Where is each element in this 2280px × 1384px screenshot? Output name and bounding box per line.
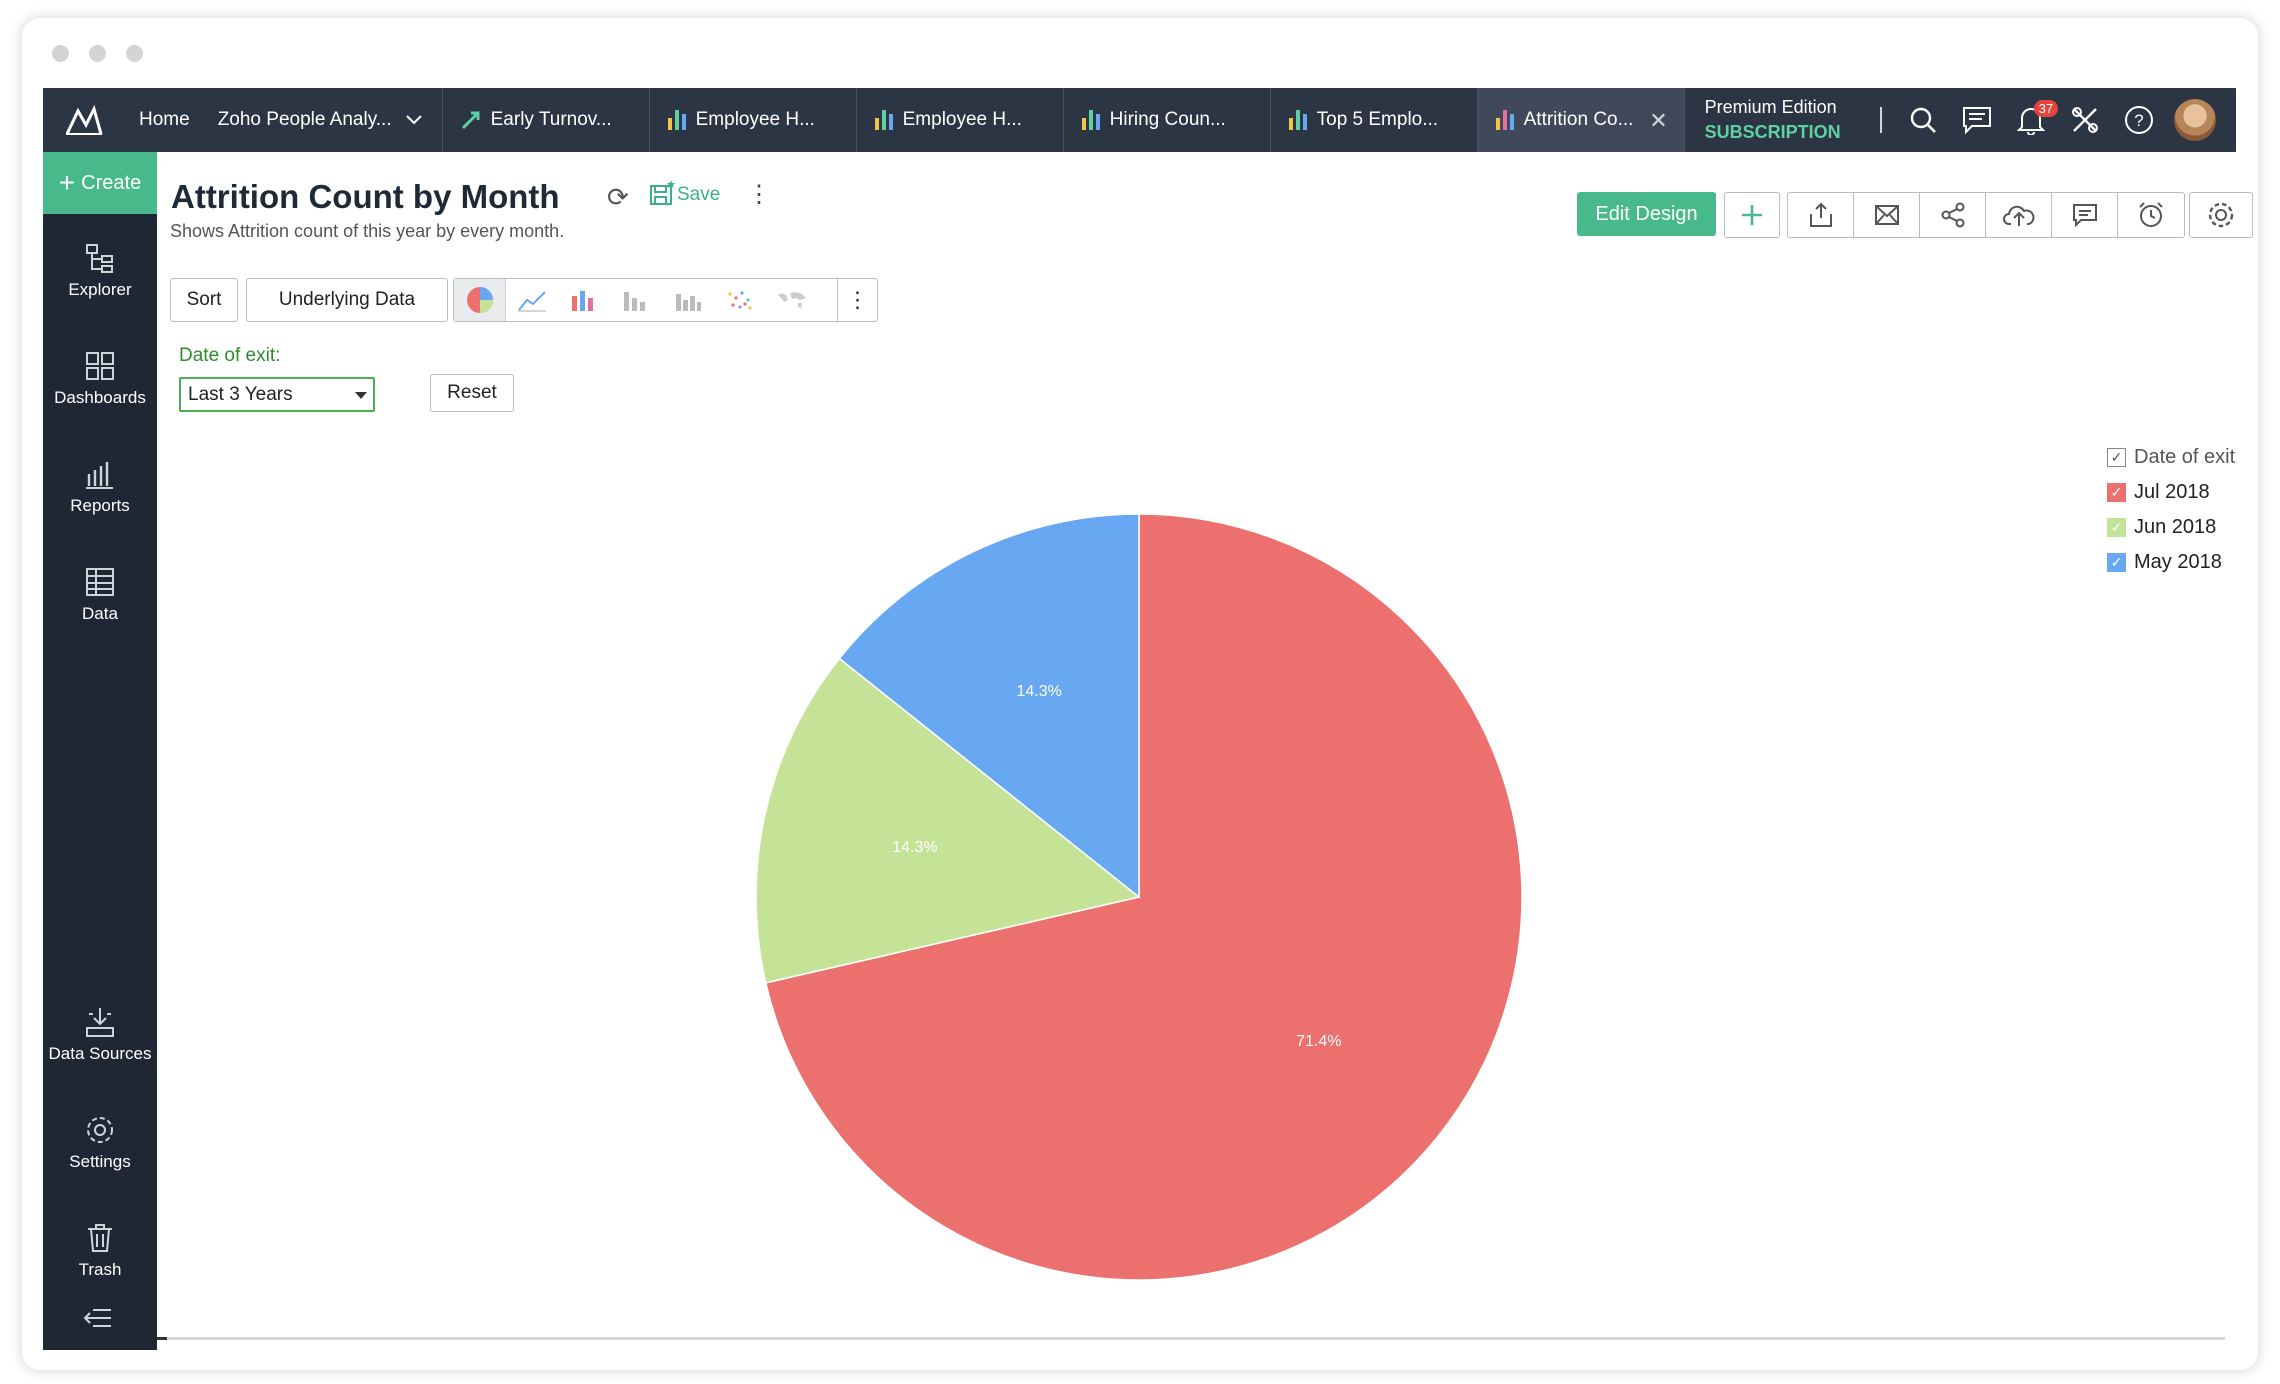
workspace-label: Zoho People Analy... xyxy=(217,109,392,130)
tab-label: Early Turnov... xyxy=(490,109,612,130)
trash-icon xyxy=(88,1224,112,1252)
sidebar-item-label: Settings xyxy=(69,1152,131,1171)
nav-home-label: Home xyxy=(139,109,190,130)
minimize-window-button[interactable] xyxy=(89,45,106,62)
checkbox-icon: ✓ xyxy=(2107,518,2126,537)
legend-item[interactable]: ✓ Jul 2018 xyxy=(2107,475,2235,510)
tab-hiring-count[interactable]: Hiring Coun... xyxy=(1062,88,1270,152)
edition-label: Premium Edition xyxy=(1704,97,1837,117)
sidebar-item-label: Trash xyxy=(78,1260,122,1279)
tab-attrition-count[interactable]: Attrition Co... ✕ xyxy=(1476,88,1684,152)
window-controls xyxy=(52,45,143,62)
bar-chart-icon xyxy=(1288,110,1307,130)
create-button[interactable]: + Create xyxy=(43,152,157,214)
tools-icon[interactable] xyxy=(2058,88,2112,152)
bar-chart-icon xyxy=(874,110,893,130)
svg-text:?: ? xyxy=(2134,111,2143,130)
tab-top-5-employees[interactable]: Top 5 Emplo... xyxy=(1269,88,1477,152)
close-tab-icon[interactable]: ✕ xyxy=(1649,108,1667,134)
pie-slice-label: 14.3% xyxy=(1017,683,1062,700)
pivot-icon xyxy=(461,111,480,130)
workspace-selector[interactable]: Zoho People Analy... xyxy=(204,88,436,152)
data-sources-icon xyxy=(86,1008,114,1037)
sidebar-item-settings[interactable]: Settings xyxy=(43,1114,157,1172)
tab-label: Hiring Coun... xyxy=(1109,109,1226,130)
explorer-icon xyxy=(86,244,113,273)
edition-info[interactable]: Premium Edition SUBSCRIPTION xyxy=(1683,88,1880,152)
tab-employee-h-2[interactable]: Employee H... xyxy=(855,88,1063,152)
sidebar-item-trash[interactable]: Trash xyxy=(43,1222,157,1280)
tab-label: Attrition Co... xyxy=(1523,109,1634,130)
create-label: Create xyxy=(81,171,142,194)
sidebar-item-explorer[interactable]: Explorer xyxy=(43,242,157,300)
sidebar-item-label: Dashboards xyxy=(54,388,146,407)
plus-icon: + xyxy=(58,167,76,198)
user-avatar[interactable] xyxy=(2173,99,2216,141)
sidebar-item-data-sources[interactable]: Data Sources xyxy=(43,1006,157,1064)
search-icon[interactable] xyxy=(1896,88,1950,152)
legend-title[interactable]: ✓ Date of exit xyxy=(2107,440,2235,475)
checkbox-icon: ✓ xyxy=(2107,483,2126,502)
chevron-down-icon xyxy=(405,115,422,125)
messages-icon[interactable] xyxy=(1950,88,2004,152)
dashboards-icon xyxy=(86,352,114,380)
sidebar-item-label: Data xyxy=(82,604,118,623)
legend-title-label: Date of exit xyxy=(2134,446,2236,468)
bar-chart-icon xyxy=(1081,110,1100,130)
sidebar-item-label: Reports xyxy=(70,496,130,515)
table-icon xyxy=(86,568,114,596)
horizontal-scrollbar[interactable] xyxy=(157,1337,2225,1340)
sidebar-item-dashboards[interactable]: Dashboards xyxy=(43,350,157,408)
report-area: Attrition Count by Month Shows Attrition… xyxy=(157,152,2253,1350)
top-navigation: Home Zoho People Analy... Early Turnov..… xyxy=(43,88,2236,152)
legend-item[interactable]: ✓ May 2018 xyxy=(2107,545,2235,580)
sidebar-item-label: Data Sources xyxy=(48,1044,152,1063)
legend-label: Jun 2018 xyxy=(2134,516,2217,538)
reports-icon xyxy=(86,462,113,489)
pie-slice-label: 14.3% xyxy=(892,839,937,856)
legend-label: Jul 2018 xyxy=(2134,481,2210,503)
collapse-sidebar-icon[interactable] xyxy=(83,1307,113,1334)
tab-early-turnover[interactable]: Early Turnov... xyxy=(441,88,649,152)
chart-legend: ✓ Date of exit ✓ Jul 2018 ✓ Jun 2018 ✓ M… xyxy=(2107,440,2235,580)
checkbox-icon: ✓ xyxy=(2107,448,2126,467)
app-logo-icon[interactable] xyxy=(43,88,125,152)
tab-label: Employee H... xyxy=(695,109,815,130)
close-window-button[interactable] xyxy=(52,45,69,62)
legend-label: May 2018 xyxy=(2134,551,2222,573)
gear-icon xyxy=(87,1117,113,1143)
subscription-link[interactable]: SUBSCRIPTION xyxy=(1705,122,1880,143)
notification-badge: 37 xyxy=(2033,100,2059,117)
sidebar: + Create Explorer Dashboards Reports Dat… xyxy=(43,152,157,1350)
checkbox-icon: ✓ xyxy=(2107,553,2126,572)
tab-label: Top 5 Emplo... xyxy=(1316,109,1439,130)
sidebar-item-label: Explorer xyxy=(68,280,132,299)
pie-chart: 71.4% 14.3% 14.3% xyxy=(755,513,1523,1281)
help-icon[interactable]: ? xyxy=(2112,88,2166,152)
app-window: Home Zoho People Analy... Early Turnov..… xyxy=(22,18,2258,1370)
tab-employee-h-1[interactable]: Employee H... xyxy=(648,88,856,152)
nav-home[interactable]: Home xyxy=(125,88,204,152)
bar-chart-icon xyxy=(1495,110,1514,130)
bar-chart-icon xyxy=(667,110,686,130)
sidebar-item-data[interactable]: Data xyxy=(43,566,157,624)
tab-label: Employee H... xyxy=(902,109,1022,130)
maximize-window-button[interactable] xyxy=(126,45,143,62)
legend-item[interactable]: ✓ Jun 2018 xyxy=(2107,510,2235,545)
notifications-icon[interactable]: 37 xyxy=(2004,88,2059,152)
nav-divider xyxy=(1879,107,1882,133)
pie-slice-label: 71.4% xyxy=(1296,1033,1341,1050)
scrollbar-thumb[interactable] xyxy=(157,1337,167,1340)
sidebar-item-reports[interactable]: Reports xyxy=(43,458,157,516)
